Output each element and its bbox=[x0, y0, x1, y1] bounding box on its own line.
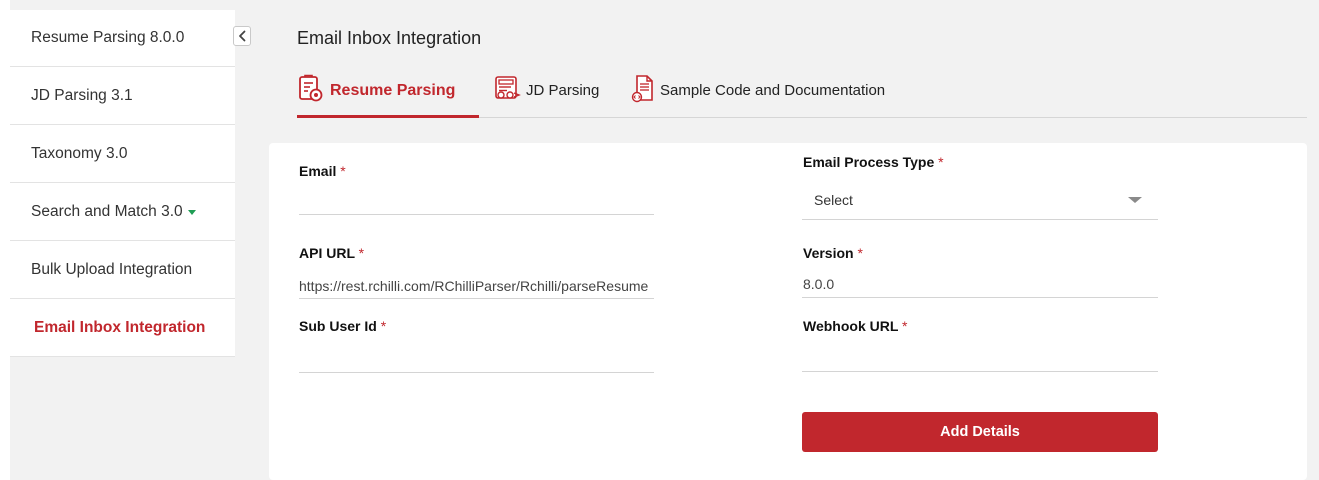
email-underline bbox=[299, 214, 654, 215]
webhook-url-field[interactable] bbox=[803, 346, 1157, 368]
sidebar-item-label: Resume Parsing 8.0.0 bbox=[31, 29, 185, 46]
resume-document-icon bbox=[299, 74, 323, 102]
api-url-field[interactable]: https://rest.rchilli.com/RChilliParser/R… bbox=[299, 278, 654, 296]
sidebar: Resume Parsing 8.0.0 JD Parsing 3.1 Taxo… bbox=[10, 10, 235, 357]
email-process-type-select[interactable]: Select bbox=[814, 192, 1114, 212]
sidebar-item-email-inbox[interactable]: Email Inbox Integration bbox=[10, 299, 235, 357]
sub-user-id-field[interactable] bbox=[299, 348, 653, 370]
left-edge bbox=[0, 0, 10, 480]
sidebar-item-resume-parsing[interactable]: Resume Parsing 8.0.0 bbox=[10, 10, 235, 67]
sidebar-item-label: Taxonomy 3.0 bbox=[31, 144, 128, 162]
email-field[interactable] bbox=[299, 191, 653, 213]
email-process-type-underline bbox=[802, 219, 1158, 220]
sidebar-item-taxonomy[interactable]: Taxonomy 3.0 bbox=[10, 125, 235, 183]
tab-label: Sample Code and Documentation bbox=[660, 82, 886, 99]
chevron-left-icon bbox=[239, 30, 246, 42]
webhook-url-underline bbox=[802, 371, 1158, 372]
sidebar-collapse-button[interactable] bbox=[233, 26, 251, 46]
version-label: Version * bbox=[803, 245, 863, 261]
sidebar-item-label: Search and Match 3.0 bbox=[31, 202, 183, 220]
sidebar-item-bulk-upload[interactable]: Bulk Upload Integration bbox=[10, 241, 235, 299]
tab-bar: Resume Parsing JD Parsing Sample Code an… bbox=[297, 74, 1307, 118]
email-label: Email * bbox=[299, 163, 346, 179]
chevron-down-icon bbox=[1128, 197, 1142, 203]
sidebar-item-label: Bulk Upload Integration bbox=[31, 260, 193, 278]
version-field[interactable]: 8.0.0 bbox=[803, 276, 1153, 294]
sidebar-item-jd-parsing[interactable]: JD Parsing 3.1 bbox=[10, 67, 235, 125]
version-underline bbox=[802, 297, 1158, 298]
webhook-url-label: Webhook URL * bbox=[803, 318, 908, 334]
sidebar-item-label: JD Parsing 3.1 bbox=[31, 86, 133, 104]
tab-label: Resume Parsing bbox=[330, 82, 456, 99]
tab-label: JD Parsing bbox=[526, 82, 600, 99]
tab-sample-code[interactable]: Sample Code and Documentation bbox=[631, 74, 901, 117]
tab-resume-parsing[interactable]: Resume Parsing bbox=[297, 74, 479, 118]
api-url-underline bbox=[299, 298, 654, 299]
api-url-label: API URL * bbox=[299, 245, 365, 261]
sidebar-item-search-and-match[interactable]: Search and Match 3.0 bbox=[10, 183, 235, 241]
caret-down-icon bbox=[187, 210, 196, 215]
page-title: Email Inbox Integration bbox=[297, 28, 482, 48]
tab-jd-parsing[interactable]: JD Parsing bbox=[493, 74, 613, 117]
sub-user-id-label: Sub User Id * bbox=[299, 318, 387, 334]
add-details-button[interactable]: Add Details bbox=[802, 412, 1158, 452]
code-document-icon bbox=[631, 75, 653, 103]
email-process-type-label: Email Process Type * bbox=[803, 154, 944, 170]
jd-document-icon bbox=[495, 76, 521, 99]
sub-user-id-underline bbox=[299, 372, 654, 373]
sidebar-item-label: Email Inbox Integration bbox=[34, 318, 206, 336]
